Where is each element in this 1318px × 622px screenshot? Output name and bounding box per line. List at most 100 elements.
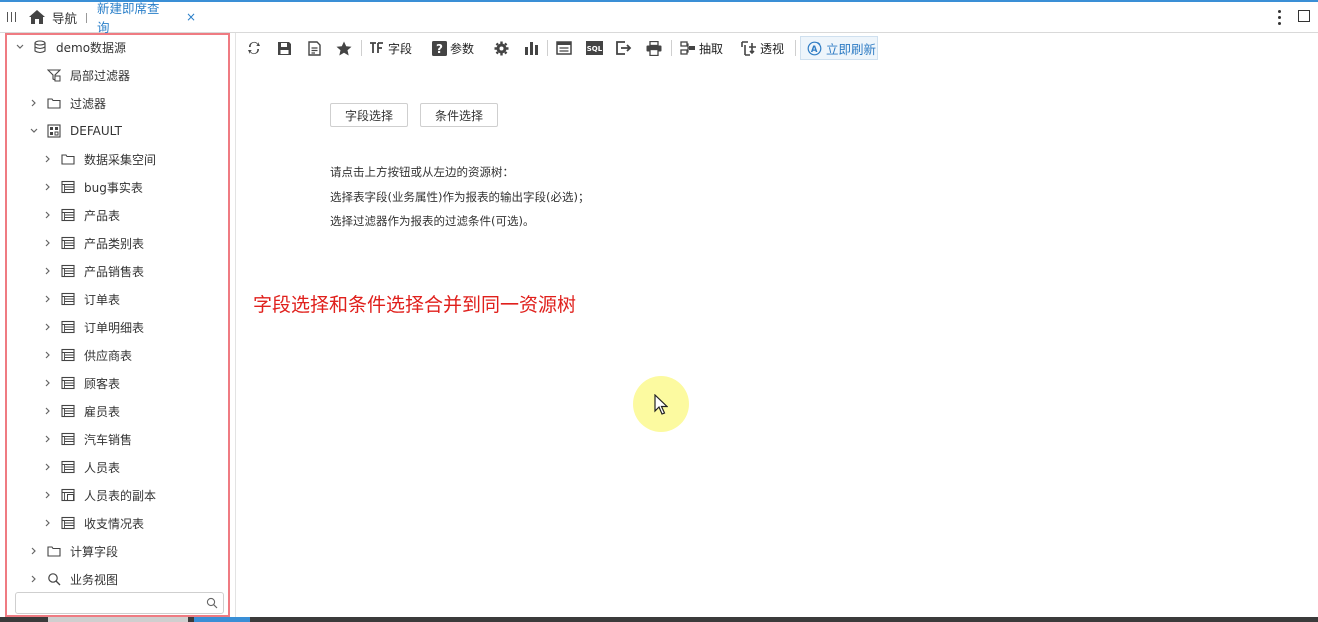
tree-item-business-view[interactable]: 业务视图 [7, 565, 250, 593]
field-button[interactable]: 字段 [369, 35, 412, 61]
resource-tree-panel: demo数据源 局部过滤器 过滤器 DEFAULT 数据采集空间 bug事实表 … [5, 33, 230, 617]
tab-separator [86, 13, 87, 23]
bottom-strip-segment [48, 617, 188, 622]
tree-item-table[interactable]: 雇员表 [7, 397, 264, 425]
svg-text:SQL: SQL [587, 45, 603, 53]
hint-line-3: 选择过滤器作为报表的过滤条件(可选)。 [330, 214, 535, 228]
mouse-cursor-icon [654, 394, 668, 415]
chevron-right-icon[interactable] [43, 294, 53, 304]
refresh-now-button[interactable]: A 立即刷新 [800, 36, 878, 60]
tree-item-table[interactable]: 产品表 [7, 201, 264, 229]
field-select-button[interactable]: 字段选择 [330, 103, 408, 127]
chevron-right-icon[interactable] [43, 490, 53, 500]
tree-search-field[interactable] [15, 592, 224, 614]
chevron-right-icon[interactable] [43, 182, 53, 192]
chevron-right-icon[interactable] [43, 322, 53, 332]
tree-item-label: 人员表 [84, 460, 121, 475]
tab-navigation[interactable]: 导航 [28, 2, 77, 32]
parameter-button[interactable]: ? 参数 [432, 35, 474, 61]
tree-item-table[interactable]: 订单明细表 [7, 313, 264, 341]
more-options-icon[interactable] [1272, 7, 1286, 27]
tree-item-table[interactable]: bug事实表 [7, 173, 264, 201]
tree-item-filters[interactable]: 过滤器 [7, 89, 250, 117]
chevron-right-icon[interactable] [43, 266, 53, 276]
field-label: 字段 [388, 41, 413, 56]
tree-item-table-copy[interactable]: 人员表的副本 [7, 481, 264, 509]
maximize-icon[interactable] [1298, 10, 1310, 22]
chevron-right-icon[interactable] [43, 238, 53, 248]
tree-item-data-collection-space[interactable]: 数据采集空间 [7, 145, 264, 173]
chevron-down-icon[interactable] [15, 42, 25, 52]
chevron-right-icon[interactable] [43, 154, 53, 164]
tree-item-label: 汽车销售 [84, 432, 133, 447]
table-icon [61, 460, 75, 474]
chevron-right-icon[interactable] [29, 574, 39, 584]
tree-item-default-schema[interactable]: DEFAULT [7, 117, 250, 145]
printer-icon [646, 40, 662, 56]
layout-button[interactable] [556, 35, 572, 61]
condition-select-button[interactable]: 条件选择 [420, 103, 498, 127]
tree-item-label: 产品表 [84, 208, 121, 223]
panel-divider[interactable] [235, 33, 236, 619]
tree-item-table[interactable]: 订单表 [7, 285, 264, 313]
tree-item-label: 供应商表 [84, 348, 133, 363]
tree-item-label: DEFAULT [70, 124, 122, 138]
sync-icon [248, 42, 260, 54]
chevron-right-icon[interactable] [43, 434, 53, 444]
question-box-icon: ? [432, 40, 447, 56]
search-view-icon [48, 573, 61, 586]
hint-line-2: 选择表字段(业务属性)作为报表的输出字段(必选)； [330, 190, 590, 204]
sql-button[interactable]: SQL [586, 35, 603, 61]
table-copy-icon [61, 488, 75, 502]
tree-item-label: bug事实表 [84, 180, 143, 195]
tree-item-table[interactable]: 汽车销售 [7, 425, 264, 453]
tree-item-table[interactable]: 收支情况表 [7, 509, 264, 537]
toolbar-separator [671, 40, 672, 56]
chevron-right-icon[interactable] [43, 378, 53, 388]
table-icon [61, 376, 75, 390]
chevron-right-icon[interactable] [43, 406, 53, 416]
export-button[interactable] [616, 35, 632, 61]
tree-item-table[interactable]: 顾客表 [7, 369, 264, 397]
chevron-down-icon[interactable] [29, 126, 39, 136]
database-icon [34, 40, 46, 54]
chart-button[interactable] [524, 35, 539, 61]
settings-button[interactable] [494, 35, 509, 61]
menu-icon[interactable] [6, 10, 18, 24]
tree-item-label: 雇员表 [84, 404, 121, 419]
table-icon [61, 320, 75, 334]
bottom-status-strip [0, 617, 1318, 622]
tree-item-demo-datasource[interactable]: demo数据源 [7, 33, 236, 61]
chevron-right-icon[interactable] [29, 98, 39, 108]
refresh-query-button[interactable] [247, 35, 261, 61]
extract-button[interactable]: 抽取 [680, 35, 723, 61]
chevron-right-icon[interactable] [43, 210, 53, 220]
local-filter-icon [47, 69, 61, 82]
chevron-right-icon[interactable] [43, 350, 53, 360]
search-icon[interactable] [206, 597, 218, 609]
sql-icon: SQL [586, 41, 603, 55]
save-icon [278, 41, 291, 55]
print-button[interactable] [646, 35, 662, 61]
tree-item-table[interactable]: 供应商表 [7, 341, 264, 369]
tree-item-label: 人员表的副本 [84, 488, 157, 503]
extract-label: 抽取 [699, 41, 724, 56]
chevron-right-icon[interactable] [29, 546, 39, 556]
tree-search-input[interactable] [20, 594, 204, 614]
save-as-button[interactable] [307, 35, 322, 61]
tree-item-label: 产品销售表 [84, 264, 145, 279]
favorite-button[interactable] [336, 35, 352, 61]
tree-item-label: 局部过滤器 [70, 68, 131, 83]
table-icon [61, 264, 75, 278]
tree-item-table[interactable]: 人员表 [7, 453, 264, 481]
chevron-right-icon[interactable] [43, 518, 53, 528]
tree-item-calculated-fields[interactable]: 计算字段 [7, 537, 250, 565]
save-button[interactable] [277, 35, 292, 61]
tab-new-adhoc-query[interactable]: 新建即席查询 × [90, 1, 196, 35]
tree-item-local-filter[interactable]: 局部过滤器 [7, 61, 250, 89]
tree-item-table[interactable]: 产品类别表 [7, 229, 264, 257]
pivot-button[interactable]: 透视 [741, 35, 784, 61]
tab-close-icon[interactable]: × [186, 10, 196, 24]
tree-item-table[interactable]: 产品销售表 [7, 257, 264, 285]
chevron-right-icon[interactable] [43, 462, 53, 472]
